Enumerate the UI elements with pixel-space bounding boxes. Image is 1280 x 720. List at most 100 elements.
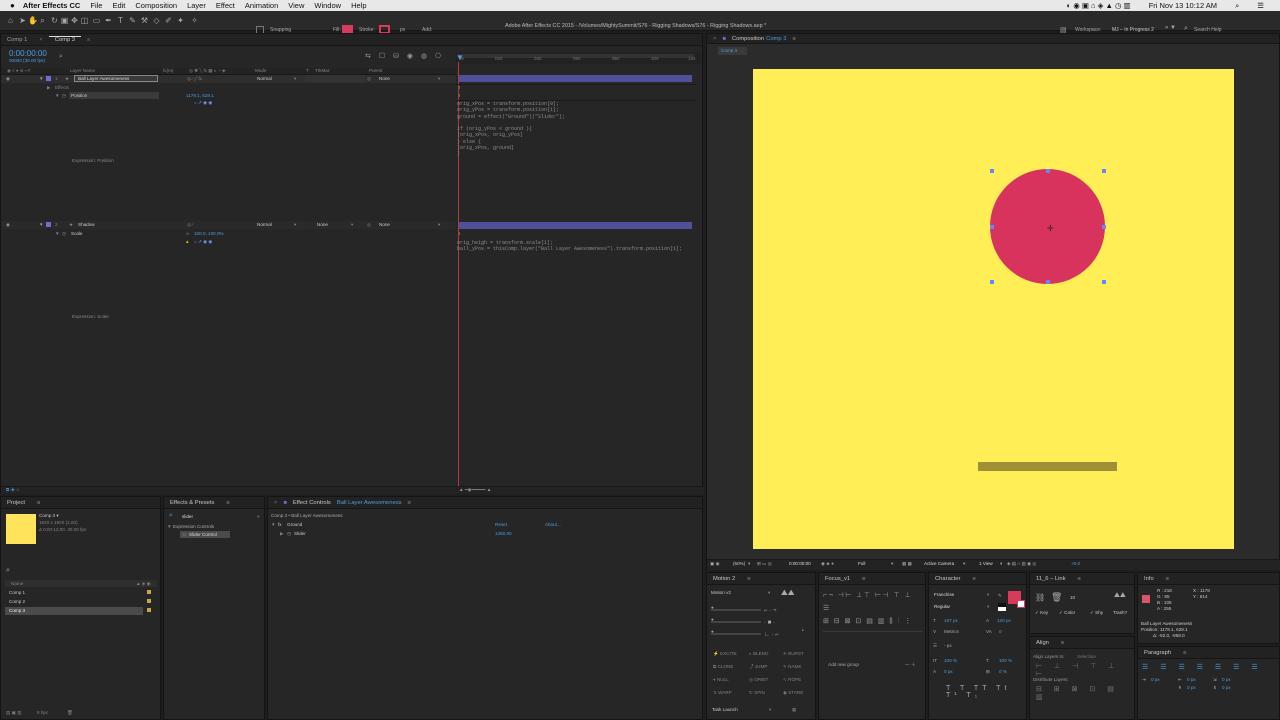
clone-stamp-tool-icon[interactable]: ⚒ (140, 16, 149, 25)
comp-canvas[interactable] (753, 69, 1234, 549)
puppet-pin-tool-icon[interactable]: ✦ (176, 16, 185, 25)
category-label[interactable]: Expression Controls (173, 524, 214, 529)
mode-header[interactable]: Mode (255, 68, 267, 73)
tab-menu-icon[interactable]: ≡ (1160, 576, 1175, 582)
about-link[interactable]: About... (545, 522, 561, 527)
graph-icon[interactable]: ⛰⛰ (1114, 592, 1126, 600)
workspace-menu-icon[interactable]: » ▼ (1165, 25, 1176, 31)
name-column-header[interactable]: Name (11, 581, 23, 586)
constrain-proportions-icon[interactable]: ∞ (186, 231, 189, 236)
font-family-dropdown[interactable]: Franchise (934, 592, 954, 597)
tab-link[interactable]: 11_6 – Link (1030, 576, 1072, 582)
tab-comp-1[interactable]: Comp 1 (1, 37, 33, 43)
color-checkbox[interactable]: ✓ Color (1059, 610, 1075, 616)
effects-expand-icon[interactable]: ▶ (47, 85, 51, 91)
views-dropdown[interactable]: 1 View (979, 561, 993, 566)
pickwhip-icon[interactable]: ◎ (367, 222, 371, 228)
chevron-down-icon[interactable]: ▾ (748, 561, 750, 567)
comp-name[interactable]: Comp 3 ▾ (39, 513, 59, 519)
motion-btn-orbit[interactable]: ◎ ORBIT (749, 677, 768, 683)
motion-btn-stare[interactable]: ◉ STARE (783, 690, 803, 696)
home-icon[interactable]: ⌂ (6, 16, 15, 25)
menu-view[interactable]: View (288, 1, 304, 10)
distribute-buttons-icons[interactable]: ⊟ ⊞ ⊠ ⊡ ▤ ▥ (1036, 685, 1134, 701)
chevron-down-icon[interactable]: ▾ (963, 561, 965, 567)
tab-effects-presets[interactable]: Effects & Presets (164, 500, 220, 506)
scale-label[interactable]: Scale (71, 231, 83, 236)
scale-value[interactable]: 100.0, 100.0% (194, 231, 224, 236)
motion-btn-burst[interactable]: ✳ BURST (783, 651, 804, 657)
font-style-dropdown[interactable]: Regular (934, 604, 950, 609)
layer-1-mode[interactable]: Normal (257, 76, 272, 81)
apple-icon[interactable]: ● (10, 1, 15, 10)
motion-settings-icon[interactable]: ▦ (792, 707, 796, 713)
anchor-arrow-icon[interactable]: ⇣ (801, 627, 805, 633)
chevron-down-icon[interactable]: ▾ (768, 590, 770, 596)
effect-expand-icon[interactable]: ▼ (271, 522, 276, 527)
ease-graph-icon[interactable]: ⛰⛰ (781, 588, 794, 598)
timeline-search-icon[interactable]: ⌕ (59, 53, 63, 61)
baseline-value[interactable]: 0 px (944, 669, 953, 674)
always-preview-icon[interactable]: ▣ ◉ (710, 561, 720, 567)
leading-value[interactable]: 120 px (997, 618, 1011, 623)
tab-menu-icon[interactable]: ≡ (402, 500, 417, 506)
footer-toggle-icons[interactable]: ⧉ ◈ ⌂ (6, 487, 19, 492)
menu-file[interactable]: File (90, 1, 102, 10)
label-color-swatch[interactable] (46, 76, 51, 81)
expression-editor-scale[interactable]: orig_heigh = transform.scale[1]; ball_yP… (457, 240, 682, 253)
tab-menu-icon[interactable]: ≡ (856, 576, 871, 582)
menu-effect[interactable]: Effect (216, 1, 235, 10)
layer-1-duration-bar[interactable] (459, 75, 692, 82)
slider-track[interactable] (711, 609, 761, 611)
project-item-comp-2[interactable]: Comp 2 (9, 599, 25, 604)
motion-btn-warp[interactable]: ↯ WARP (713, 690, 732, 696)
tab-info[interactable]: Info (1138, 576, 1160, 582)
position-value[interactable]: 1178.1, 628.1 (186, 93, 214, 98)
position-label[interactable]: Position (71, 93, 87, 98)
expand-arrow-icon[interactable]: ▼ (39, 76, 44, 81)
project-search-icon[interactable]: ⌕ (6, 567, 10, 575)
tab-menu-icon[interactable]: ≡ (966, 576, 981, 582)
type-tool-icon[interactable]: T (116, 16, 125, 25)
layer-1-switches-icons[interactable]: ◎ ⁄ ╱ fx (187, 76, 202, 82)
tab-menu-icon[interactable]: ≡ (220, 500, 235, 506)
kerning-dropdown[interactable]: Metrics (944, 629, 959, 634)
rotate-tool-icon[interactable]: ↻ (50, 16, 59, 25)
indent-left-value[interactable]: 0 px (1151, 677, 1160, 682)
first-line-indent-value[interactable]: 0 px (1222, 677, 1231, 682)
shadow-layer[interactable] (978, 462, 1117, 471)
label-color-swatch[interactable] (46, 222, 51, 227)
remove-add-group-icons[interactable]: — ＋ (905, 662, 915, 668)
menu-edit[interactable]: Edit (112, 1, 125, 10)
label-color-swatch[interactable] (147, 608, 151, 612)
align-to-dropdown[interactable]: Selection (1077, 654, 1096, 659)
key-checkbox[interactable]: ✓ Key (1035, 610, 1048, 616)
task-launch-dropdown[interactable]: Task Launch (712, 707, 738, 712)
comp-subtab[interactable]: Comp 3 (721, 48, 737, 53)
pen-tool-icon[interactable]: ✒ (104, 16, 113, 25)
status-icons[interactable]: ◐ ◉ ▣ ⌂ ◈ ▲ ◷ ▥ (1067, 1, 1131, 10)
effects-search-input[interactable]: slider (182, 514, 193, 519)
clock[interactable]: Fri Nov 13 10:12 AM (1149, 1, 1217, 10)
effects-group-label[interactable]: Effects (55, 85, 69, 90)
timecode-display[interactable]: 0:00:00:00 (9, 49, 47, 58)
tab-menu-icon[interactable]: ≡ (31, 500, 46, 506)
motion-btn-null[interactable]: ⌖ NULL (713, 677, 729, 682)
chevron-down-icon[interactable]: ▾ (891, 561, 893, 567)
camera-tool-icon[interactable]: ▣ (60, 16, 69, 25)
resolution-dropdown[interactable]: Full (858, 561, 865, 566)
hand-tool-icon[interactable]: ✋ (28, 16, 38, 25)
reset-link[interactable]: Reset (495, 522, 507, 527)
trkmat-header[interactable]: TrkMat (315, 68, 329, 73)
tab-focus[interactable]: Focus_v1 (819, 576, 856, 582)
transform-handle[interactable] (1046, 280, 1050, 284)
chevron-down-icon[interactable]: ▾ (769, 707, 771, 713)
white-swatch[interactable] (998, 607, 1006, 611)
tab-character[interactable]: Character (929, 576, 966, 582)
puppet-starch-tool-icon[interactable]: ✧ (190, 16, 199, 25)
label-color-swatch[interactable] (147, 599, 151, 603)
tab-menu-icon[interactable]: ≡ (1072, 576, 1087, 582)
timeline-switches-icons[interactable]: ⇆ ☐ ⛁ ◉ ◍ ⎔ (365, 52, 444, 60)
motion-btn-spin[interactable]: ↻ SPIN (749, 690, 765, 696)
transform-handle[interactable] (990, 169, 994, 173)
